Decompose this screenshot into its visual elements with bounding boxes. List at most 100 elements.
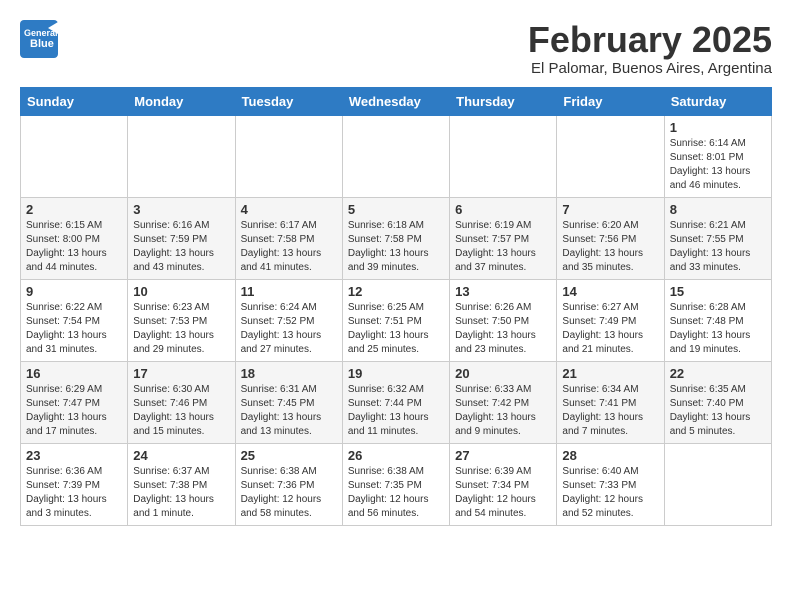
day-info: Sunrise: 6:28 AM Sunset: 7:48 PM Dayligh… bbox=[670, 301, 766, 357]
calendar-week-row: 23 Sunrise: 6:36 AM Sunset: 7:39 PM Dayli… bbox=[21, 443, 772, 525]
weekday-header: Tuesday bbox=[235, 87, 342, 115]
calendar-cell: 12 Sunrise: 6:25 AM Sunset: 7:51 PM Dayli… bbox=[342, 279, 449, 361]
calendar-cell: 4 Sunrise: 6:17 AM Sunset: 7:58 PM Daylig… bbox=[235, 197, 342, 279]
day-info: Sunrise: 6:14 AM Sunset: 8:01 PM Dayligh… bbox=[670, 137, 766, 193]
day-number: 26 bbox=[348, 448, 444, 463]
day-info: Sunrise: 6:36 AM Sunset: 7:39 PM Dayligh… bbox=[26, 465, 122, 521]
calendar-cell: 2 Sunrise: 6:15 AM Sunset: 8:00 PM Daylig… bbox=[21, 197, 128, 279]
calendar-week-row: 1 Sunrise: 6:14 AM Sunset: 8:01 PM Daylig… bbox=[21, 115, 772, 197]
day-info: Sunrise: 6:31 AM Sunset: 7:45 PM Dayligh… bbox=[241, 383, 337, 439]
weekday-header: Wednesday bbox=[342, 87, 449, 115]
day-info: Sunrise: 6:22 AM Sunset: 7:54 PM Dayligh… bbox=[26, 301, 122, 357]
calendar-cell: 11Sunrise: 6:24 AM Sunset: 7:52 PM Dayli… bbox=[235, 279, 342, 361]
day-info: Sunrise: 6:32 AM Sunset: 7:44 PM Dayligh… bbox=[348, 383, 444, 439]
page-header: General Blue February 2025 El Palomar, B… bbox=[20, 20, 772, 77]
day-info: Sunrise: 6:37 AM Sunset: 7:38 PM Dayligh… bbox=[133, 465, 229, 521]
calendar-week-row: 16 Sunrise: 6:29 AM Sunset: 7:47 PM Dayli… bbox=[21, 361, 772, 443]
day-number: 20 bbox=[455, 366, 551, 381]
calendar-cell bbox=[235, 115, 342, 197]
weekday-header: Friday bbox=[557, 87, 664, 115]
day-info: Sunrise: 6:25 AM Sunset: 7:51 PM Dayligh… bbox=[348, 301, 444, 357]
calendar-cell bbox=[557, 115, 664, 197]
calendar-cell: 8 Sunrise: 6:21 AM Sunset: 7:55 PM Daylig… bbox=[664, 197, 771, 279]
day-number: 1 bbox=[670, 120, 766, 135]
day-number: 14 bbox=[562, 284, 658, 299]
calendar-cell: 19 Sunrise: 6:32 AM Sunset: 7:44 PM Dayli… bbox=[342, 361, 449, 443]
day-number: 9 bbox=[26, 284, 122, 299]
calendar-cell: 6Sunrise: 6:19 AM Sunset: 7:57 PM Daylig… bbox=[450, 197, 557, 279]
day-number: 6 bbox=[455, 202, 551, 217]
location-subtitle: El Palomar, Buenos Aires, Argentina bbox=[528, 60, 772, 77]
calendar-cell: 13 Sunrise: 6:26 AM Sunset: 7:50 PM Dayli… bbox=[450, 279, 557, 361]
calendar-cell: 1 Sunrise: 6:14 AM Sunset: 8:01 PM Daylig… bbox=[664, 115, 771, 197]
day-number: 21 bbox=[562, 366, 658, 381]
day-info: Sunrise: 6:29 AM Sunset: 7:47 PM Dayligh… bbox=[26, 383, 122, 439]
calendar-cell: 24 Sunrise: 6:37 AM Sunset: 7:38 PM Dayli… bbox=[128, 443, 235, 525]
day-info: Sunrise: 6:38 AM Sunset: 7:35 PM Dayligh… bbox=[348, 465, 444, 521]
day-number: 4 bbox=[241, 202, 337, 217]
day-number: 19 bbox=[348, 366, 444, 381]
day-number: 10 bbox=[133, 284, 229, 299]
day-info: Sunrise: 6:20 AM Sunset: 7:56 PM Dayligh… bbox=[562, 219, 658, 275]
calendar-cell bbox=[664, 443, 771, 525]
calendar-cell: 9 Sunrise: 6:22 AM Sunset: 7:54 PM Daylig… bbox=[21, 279, 128, 361]
day-number: 3 bbox=[133, 202, 229, 217]
calendar-cell: 20 Sunrise: 6:33 AM Sunset: 7:42 PM Dayli… bbox=[450, 361, 557, 443]
day-info: Sunrise: 6:27 AM Sunset: 7:49 PM Dayligh… bbox=[562, 301, 658, 357]
day-number: 7 bbox=[562, 202, 658, 217]
day-info: Sunrise: 6:33 AM Sunset: 7:42 PM Dayligh… bbox=[455, 383, 551, 439]
calendar-cell: 7 Sunrise: 6:20 AM Sunset: 7:56 PM Daylig… bbox=[557, 197, 664, 279]
calendar-cell: 28Sunrise: 6:40 AM Sunset: 7:33 PM Dayli… bbox=[557, 443, 664, 525]
calendar-cell: 17 Sunrise: 6:30 AM Sunset: 7:46 PM Dayli… bbox=[128, 361, 235, 443]
day-number: 16 bbox=[26, 366, 122, 381]
day-number: 25 bbox=[241, 448, 337, 463]
day-info: Sunrise: 6:30 AM Sunset: 7:46 PM Dayligh… bbox=[133, 383, 229, 439]
calendar-cell: 25 Sunrise: 6:38 AM Sunset: 7:36 PM Dayli… bbox=[235, 443, 342, 525]
calendar-cell: 16 Sunrise: 6:29 AM Sunset: 7:47 PM Dayli… bbox=[21, 361, 128, 443]
day-info: Sunrise: 6:18 AM Sunset: 7:58 PM Dayligh… bbox=[348, 219, 444, 275]
calendar-cell: 3Sunrise: 6:16 AM Sunset: 7:59 PM Daylig… bbox=[128, 197, 235, 279]
calendar-cell: 5 Sunrise: 6:18 AM Sunset: 7:58 PM Daylig… bbox=[342, 197, 449, 279]
day-number: 11 bbox=[241, 284, 337, 299]
calendar-cell: 26 Sunrise: 6:38 AM Sunset: 7:35 PM Dayli… bbox=[342, 443, 449, 525]
logo-icon: General Blue bbox=[20, 20, 58, 58]
day-number: 17 bbox=[133, 366, 229, 381]
day-info: Sunrise: 6:26 AM Sunset: 7:50 PM Dayligh… bbox=[455, 301, 551, 357]
calendar-cell: 10 Sunrise: 6:23 AM Sunset: 7:53 PM Dayli… bbox=[128, 279, 235, 361]
title-section: February 2025 El Palomar, Buenos Aires, … bbox=[528, 20, 772, 77]
calendar-cell: 15 Sunrise: 6:28 AM Sunset: 7:48 PM Dayli… bbox=[664, 279, 771, 361]
day-info: Sunrise: 6:21 AM Sunset: 7:55 PM Dayligh… bbox=[670, 219, 766, 275]
day-number: 24 bbox=[133, 448, 229, 463]
day-number: 13 bbox=[455, 284, 551, 299]
day-number: 2 bbox=[26, 202, 122, 217]
day-number: 12 bbox=[348, 284, 444, 299]
weekday-header: Monday bbox=[128, 87, 235, 115]
day-number: 23 bbox=[26, 448, 122, 463]
day-info: Sunrise: 6:17 AM Sunset: 7:58 PM Dayligh… bbox=[241, 219, 337, 275]
day-info: Sunrise: 6:23 AM Sunset: 7:53 PM Dayligh… bbox=[133, 301, 229, 357]
calendar-cell bbox=[342, 115, 449, 197]
weekday-header: Thursday bbox=[450, 87, 557, 115]
day-info: Sunrise: 6:39 AM Sunset: 7:34 PM Dayligh… bbox=[455, 465, 551, 521]
day-number: 8 bbox=[670, 202, 766, 217]
calendar-cell bbox=[21, 115, 128, 197]
calendar-week-row: 2 Sunrise: 6:15 AM Sunset: 8:00 PM Daylig… bbox=[21, 197, 772, 279]
calendar-cell: 22Sunrise: 6:35 AM Sunset: 7:40 PM Dayli… bbox=[664, 361, 771, 443]
day-number: 15 bbox=[670, 284, 766, 299]
day-number: 22 bbox=[670, 366, 766, 381]
day-number: 28 bbox=[562, 448, 658, 463]
calendar-cell: 27Sunrise: 6:39 AM Sunset: 7:34 PM Dayli… bbox=[450, 443, 557, 525]
calendar-cell: 18 Sunrise: 6:31 AM Sunset: 7:45 PM Dayli… bbox=[235, 361, 342, 443]
calendar-cell: 21Sunrise: 6:34 AM Sunset: 7:41 PM Dayli… bbox=[557, 361, 664, 443]
svg-text:Blue: Blue bbox=[30, 38, 54, 50]
calendar-cell: 23 Sunrise: 6:36 AM Sunset: 7:39 PM Dayli… bbox=[21, 443, 128, 525]
weekday-header-row: SundayMondayTuesdayWednesdayThursdayFrid… bbox=[21, 87, 772, 115]
day-info: Sunrise: 6:38 AM Sunset: 7:36 PM Dayligh… bbox=[241, 465, 337, 521]
month-year-title: February 2025 bbox=[528, 20, 772, 60]
calendar-table: SundayMondayTuesdayWednesdayThursdayFrid… bbox=[20, 87, 772, 526]
day-info: Sunrise: 6:15 AM Sunset: 8:00 PM Dayligh… bbox=[26, 219, 122, 275]
weekday-header: Saturday bbox=[664, 87, 771, 115]
day-number: 18 bbox=[241, 366, 337, 381]
logo: General Blue bbox=[20, 20, 58, 58]
day-number: 5 bbox=[348, 202, 444, 217]
